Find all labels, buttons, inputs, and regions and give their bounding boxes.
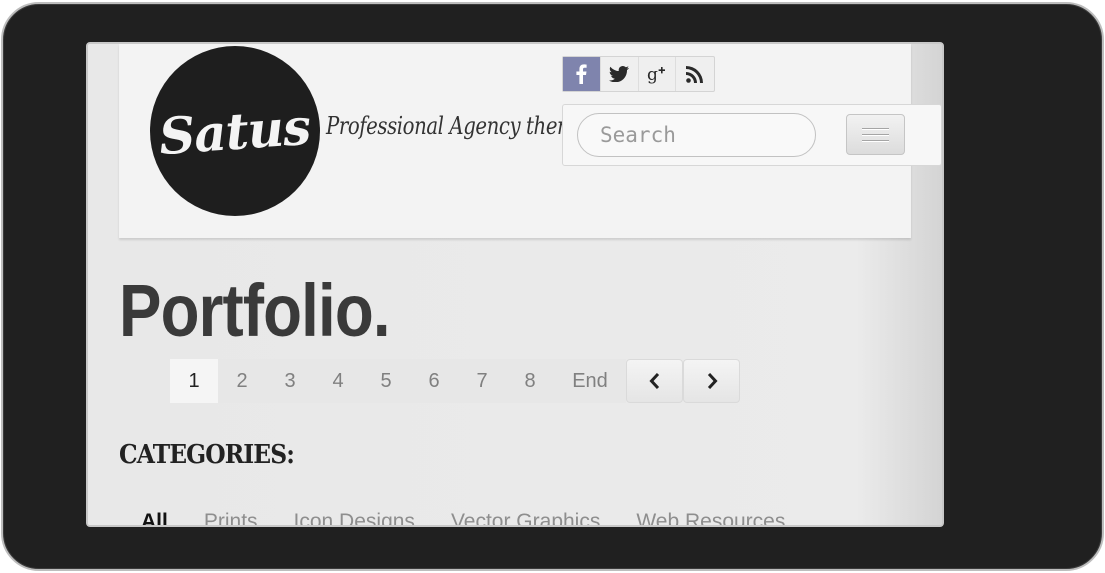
browser-viewport: Satus Professional Agency theme g Search…	[86, 42, 944, 527]
rss-link[interactable]	[676, 57, 714, 91]
chevron-left-icon	[648, 373, 659, 389]
facebook-icon	[576, 64, 587, 84]
rss-icon	[686, 66, 704, 83]
site-tagline: Professional Agency theme	[326, 112, 587, 140]
facebook-link[interactable]	[563, 57, 601, 91]
filter-all[interactable]: All	[141, 510, 168, 525]
site-logo[interactable]: Satus	[150, 46, 320, 216]
page-link-6[interactable]: 6	[410, 359, 458, 403]
social-links: g	[562, 56, 715, 92]
page-link-5[interactable]: 5	[362, 359, 410, 403]
chevron-right-icon	[707, 373, 718, 389]
filter-web-resources[interactable]: Web Resources	[636, 510, 785, 525]
filter-icon-designs[interactable]: Icon Designs	[294, 510, 415, 525]
pagination: 1 2 3 4 5 6 7 8 End	[170, 359, 740, 403]
google-plus-link[interactable]: g	[639, 57, 677, 91]
page-link-4[interactable]: 4	[314, 359, 362, 403]
category-filters: All Prints Icon Designs Vector Graphics …	[141, 510, 785, 525]
page-title: Portfolio.	[119, 269, 391, 352]
page-link-8[interactable]: 8	[506, 359, 554, 403]
search-input[interactable]	[577, 113, 816, 157]
prev-page-button[interactable]	[626, 359, 683, 403]
logo-text: Satus	[157, 96, 313, 166]
hamburger-icon	[862, 128, 889, 129]
next-page-button[interactable]	[683, 359, 740, 403]
page-link-7[interactable]: 7	[458, 359, 506, 403]
page-background: Satus Professional Agency theme g Search…	[88, 44, 942, 525]
menu-toggle-button[interactable]	[846, 114, 905, 155]
search-bar	[562, 104, 942, 166]
page-link-2[interactable]: 2	[218, 359, 266, 403]
page-link-end[interactable]: End	[554, 359, 626, 403]
page-link-3[interactable]: 3	[266, 359, 314, 403]
filter-prints[interactable]: Prints	[204, 510, 258, 525]
twitter-icon	[609, 66, 630, 82]
filter-vector-graphics[interactable]: Vector Graphics	[451, 510, 600, 525]
categories-heading: CATEGORIES:	[119, 440, 295, 470]
twitter-link[interactable]	[601, 57, 639, 91]
site-header: Satus Professional Agency theme g	[119, 44, 942, 238]
svg-text:g: g	[647, 65, 658, 84]
google-plus-icon: g	[647, 65, 665, 84]
page-link-1[interactable]: 1	[170, 359, 218, 403]
